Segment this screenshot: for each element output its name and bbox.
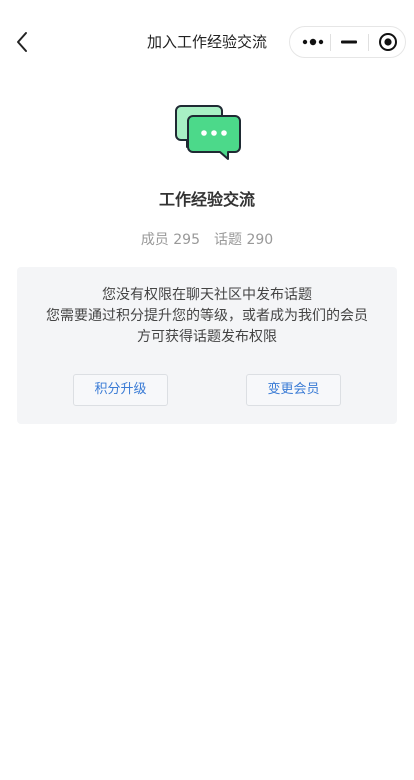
group-stats: 成员 295 话题 290 xyxy=(0,230,414,250)
target-close-icon xyxy=(379,33,397,51)
members-label: 成员 xyxy=(140,232,169,248)
minimize-icon xyxy=(341,40,357,44)
nav-title: 加入工作经验交流 xyxy=(146,33,267,51)
page: 加入工作经验交流 工作经验交流 成员 295 话题 290 您没有权限在聊天社区… xyxy=(0,0,414,780)
back-arrow-icon xyxy=(17,32,27,52)
chat-bubbles-icon xyxy=(175,105,241,160)
capsule-divider xyxy=(368,34,369,51)
notice-line: 方可获得话题发布权限 xyxy=(137,329,277,345)
more-dots-icon xyxy=(302,38,324,46)
close-button[interactable] xyxy=(372,27,404,57)
topics-count: 290 xyxy=(246,232,274,248)
minimize-button[interactable] xyxy=(334,27,364,57)
points-upgrade-button[interactable]: 积分升级 xyxy=(73,374,168,406)
notice-line: 您需要通过积分提升您的等级，或者成为我们的会员 xyxy=(46,308,368,324)
more-button[interactable] xyxy=(296,27,330,57)
notice-text: 您没有权限在聊天社区中发布话题 您需要通过积分提升您的等级，或者成为我们的会员 … xyxy=(17,285,397,348)
change-membership-button[interactable]: 变更会员 xyxy=(246,374,341,406)
topics-label: 话题 xyxy=(214,232,242,248)
group-name: 工作经验交流 xyxy=(158,190,255,209)
members-stat: 成员 295 xyxy=(141,232,200,248)
navbar: 加入工作经验交流 xyxy=(0,0,414,86)
capsule-divider xyxy=(330,34,331,51)
notice-line: 您没有权限在聊天社区中发布话题 xyxy=(102,287,312,303)
members-count: 295 xyxy=(173,232,200,248)
mini-program-capsule xyxy=(289,26,406,58)
topics-stat: 话题 290 xyxy=(214,232,273,248)
back-button[interactable] xyxy=(8,28,36,56)
permission-notice-card: 您没有权限在聊天社区中发布话题 您需要通过积分提升您的等级，或者成为我们的会员 … xyxy=(17,267,397,424)
